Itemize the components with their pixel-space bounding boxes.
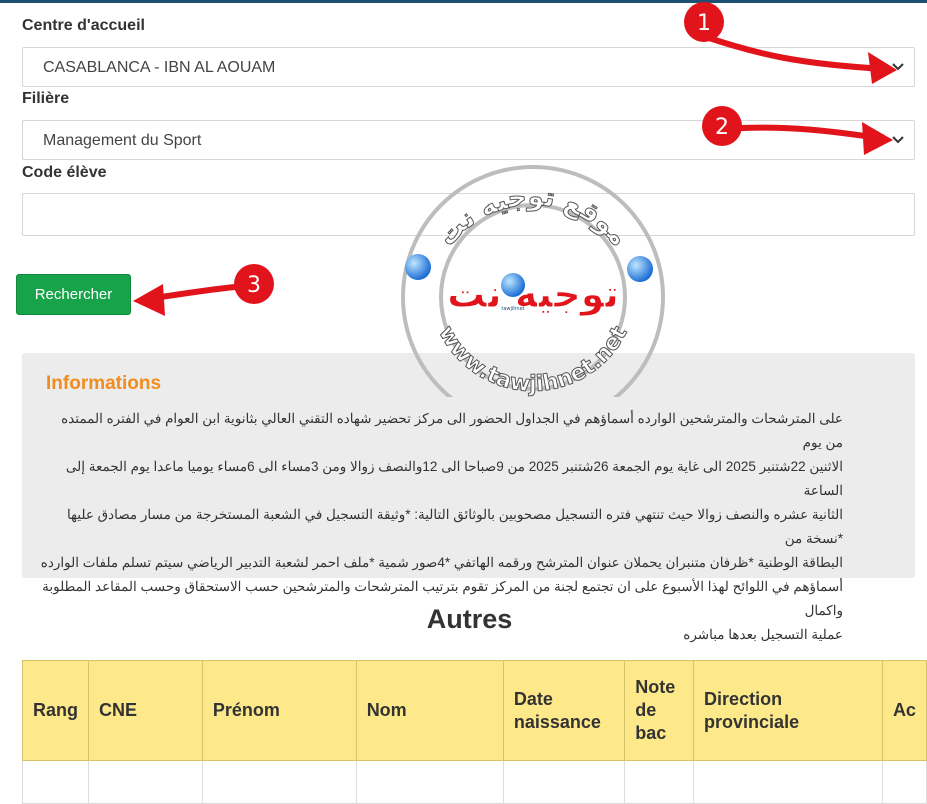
header-cne: CNE: [88, 660, 203, 761]
watermark-main-text: توجيه نت: [447, 272, 619, 316]
table-row: [22, 760, 927, 804]
filiere-selected-value: Management du Sport: [43, 132, 202, 149]
centre-select[interactable]: CASABLANCA - IBN AL AOUAM: [22, 47, 915, 87]
results-table: Rang CNE Prénom Nom Date naissance Note …: [22, 660, 927, 804]
watermark-ball-icon: [501, 273, 525, 297]
top-border: [0, 0, 927, 3]
watermark-ball-icon: [405, 254, 431, 280]
info-panel: Informations على المترشحات والمترشحين ال…: [22, 353, 915, 642]
header-nom: Nom: [355, 660, 504, 761]
search-button[interactable]: Rechercher: [16, 274, 131, 315]
annotation-number: 3: [247, 273, 261, 298]
header-date-naissance: Date naissance: [502, 660, 626, 761]
annotation-badge-1: [684, 2, 724, 42]
info-line: على المترشحات والمترشحين الوارده أسماؤهم…: [61, 411, 843, 450]
header-direction: Direction provinciale: [693, 660, 883, 761]
centre-selected-value: CASABLANCA - IBN AL AOUAM: [43, 59, 276, 76]
header-actions: Ac: [881, 660, 927, 761]
header-prenom: Prénom: [201, 660, 357, 761]
info-line: البطاقة الوطنية *ظرفان متنبران يحملان عن…: [40, 555, 843, 570]
info-line: الاثنين 22شتنبر 2025 الى غاية يوم الجمعة…: [65, 459, 843, 498]
header-rang: Rang: [22, 660, 89, 761]
header-note-bac: Note de bac: [624, 660, 695, 761]
centre-label: Centre d'accueil: [22, 17, 145, 34]
table-header-row: Rang CNE Prénom Nom Date naissance Note …: [22, 660, 927, 761]
info-line: الثانية عشره والنصف زوالا حيث تنتهي فتره…: [66, 507, 843, 546]
code-input[interactable]: [22, 193, 915, 236]
info-title: Informations: [46, 373, 162, 394]
filiere-label: Filière: [22, 90, 70, 107]
annotation-arrow-3: [133, 284, 238, 316]
filiere-select[interactable]: Management du Sport: [22, 120, 915, 160]
section-title: Autres: [426, 604, 513, 634]
watermark-badge-text: tawjihnet: [501, 306, 524, 312]
code-label: Code élève: [22, 164, 107, 181]
chevron-down-icon: [892, 63, 904, 71]
annotation-badge-3: [234, 264, 274, 304]
annotation-number: 1: [697, 11, 711, 36]
chevron-down-icon: [892, 136, 904, 144]
watermark-ball-icon: [627, 256, 653, 282]
